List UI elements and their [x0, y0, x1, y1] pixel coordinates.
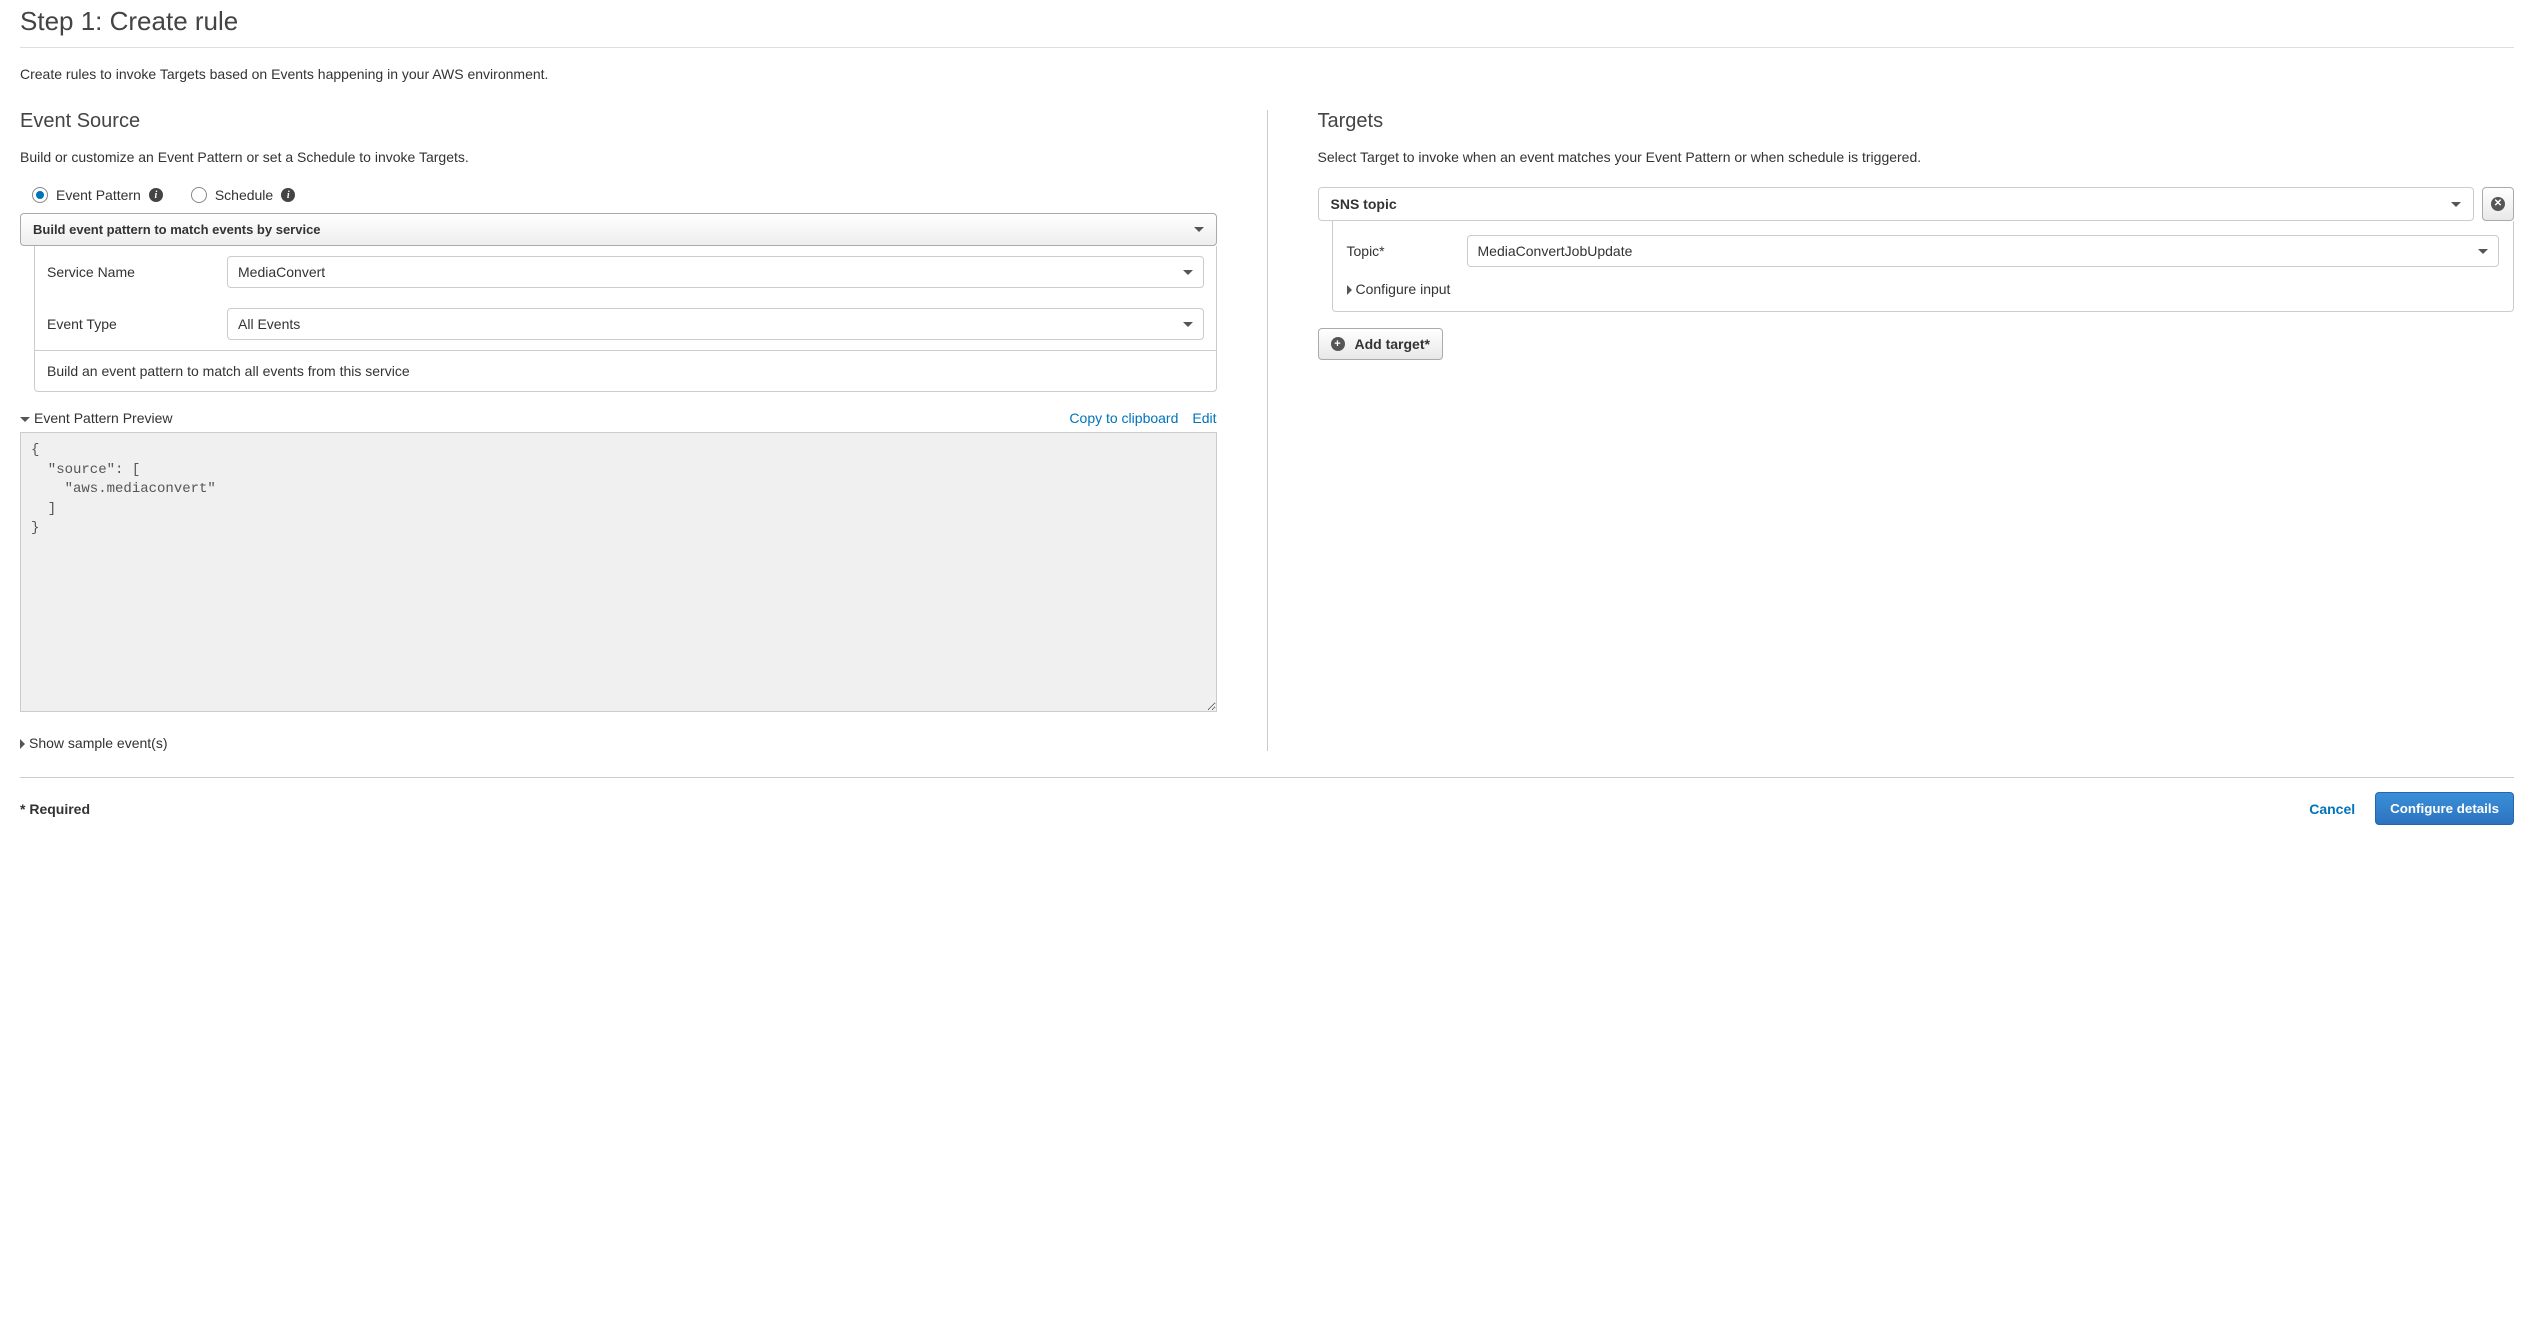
event-pattern-preview-label: Event Pattern Preview — [34, 410, 173, 426]
topic-label: Topic* — [1347, 243, 1457, 259]
chevron-right-icon — [1347, 285, 1352, 295]
radio-event-pattern[interactable]: Event Pattern i — [32, 187, 163, 203]
event-pattern-panel: Service Name MediaConvert Event Type All… — [34, 246, 1217, 392]
required-note: * Required — [20, 801, 90, 817]
info-icon[interactable]: i — [149, 188, 163, 202]
target-type-value: SNS topic — [1331, 196, 1397, 212]
close-icon: ✕ — [2491, 197, 2505, 211]
event-type-label: Event Type — [47, 316, 227, 332]
add-target-label: Add target* — [1355, 336, 1430, 352]
pattern-hint: Build an event pattern to match all even… — [35, 350, 1216, 391]
topic-select[interactable]: MediaConvertJobUpdate — [1467, 235, 2500, 267]
edit-link[interactable]: Edit — [1192, 410, 1216, 426]
service-name-select[interactable]: MediaConvert — [227, 256, 1204, 288]
radio-schedule[interactable]: Schedule i — [191, 187, 295, 203]
chevron-down-icon — [1183, 270, 1193, 275]
show-sample-events-label: Show sample event(s) — [29, 735, 168, 751]
event-pattern-preview-toggle[interactable]: Event Pattern Preview — [20, 410, 173, 426]
info-icon[interactable]: i — [281, 188, 295, 202]
target-configuration-panel: Topic* MediaConvertJobUpdate Configure i… — [1332, 221, 2515, 312]
configure-details-button[interactable]: Configure details — [2375, 792, 2514, 825]
event-type-value: All Events — [238, 316, 300, 332]
chevron-down-icon — [1194, 227, 1204, 232]
event-pattern-code[interactable] — [20, 432, 1217, 712]
chevron-down-icon — [1183, 322, 1193, 327]
chevron-down-icon — [20, 417, 30, 422]
target-type-select[interactable]: SNS topic — [1318, 187, 2475, 221]
event-source-heading: Event Source — [20, 110, 1217, 133]
chevron-right-icon — [20, 739, 25, 749]
chevron-down-icon — [2451, 202, 2461, 207]
radio-icon-checked — [32, 187, 48, 203]
topic-value: MediaConvertJobUpdate — [1478, 243, 1633, 259]
show-sample-events-toggle[interactable]: Show sample event(s) — [20, 735, 1217, 751]
targets-description: Select Target to invoke when an event ma… — [1318, 149, 2515, 165]
service-name-value: MediaConvert — [238, 264, 325, 280]
configure-input-label: Configure input — [1356, 281, 1451, 297]
cancel-button[interactable]: Cancel — [2309, 801, 2355, 817]
service-name-label: Service Name — [47, 264, 227, 280]
add-target-button[interactable]: + Add target* — [1318, 328, 1443, 360]
radio-icon-unchecked — [191, 187, 207, 203]
radio-event-pattern-label: Event Pattern — [56, 187, 141, 203]
targets-heading: Targets — [1318, 110, 2515, 133]
remove-target-button[interactable]: ✕ — [2482, 187, 2514, 221]
page-description: Create rules to invoke Targets based on … — [20, 66, 2514, 82]
plus-icon: + — [1331, 337, 1345, 351]
event-source-description: Build or customize an Event Pattern or s… — [20, 149, 1217, 165]
build-pattern-dropdown[interactable]: Build event pattern to match events by s… — [20, 213, 1217, 246]
copy-to-clipboard-link[interactable]: Copy to clipboard — [1069, 410, 1178, 426]
chevron-down-icon — [2478, 249, 2488, 254]
event-type-select[interactable]: All Events — [227, 308, 1204, 340]
configure-input-toggle[interactable]: Configure input — [1333, 277, 2514, 307]
page-title: Step 1: Create rule — [20, 0, 2514, 48]
build-pattern-label: Build event pattern to match events by s… — [33, 222, 321, 237]
radio-schedule-label: Schedule — [215, 187, 273, 203]
